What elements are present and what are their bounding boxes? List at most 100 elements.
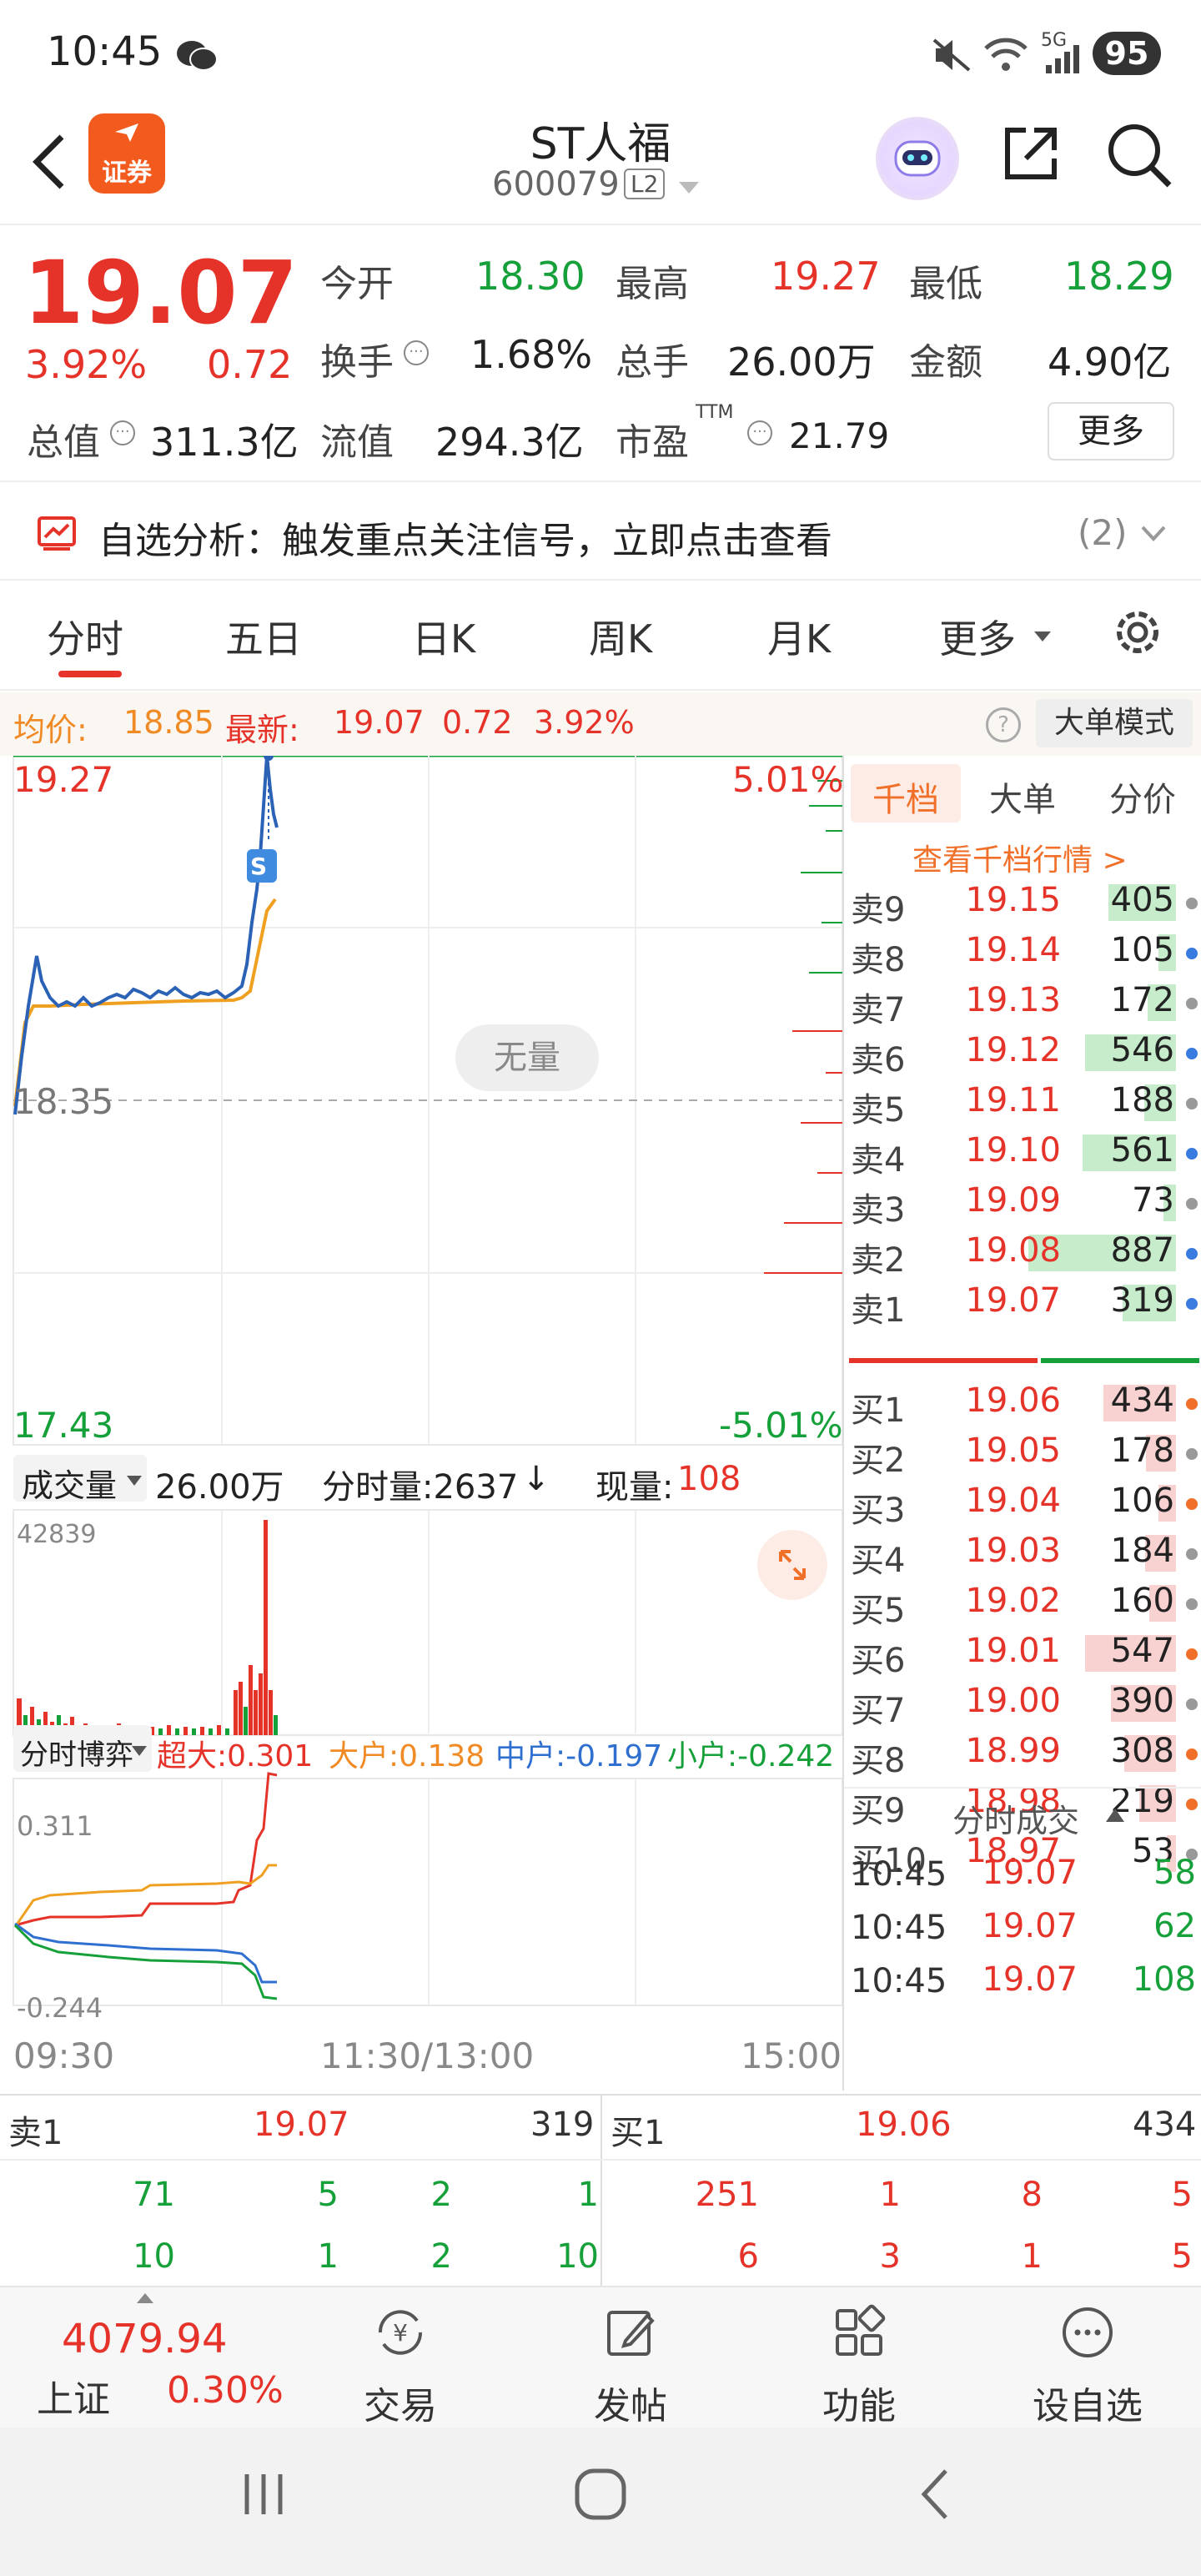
sell-level-row[interactable]: 卖4 19.10 561 xyxy=(844,1128,1201,1180)
buy-queue-cell: 5 xyxy=(1171,2176,1193,2214)
s-marker[interactable]: S xyxy=(250,853,267,880)
grid-icon xyxy=(831,2304,887,2361)
sell-level-volume: 405 xyxy=(1110,881,1174,919)
intraday-chart[interactable]: 19.27 5.01% 18.35 17.43 -5.01% S 无量 成交量 … xyxy=(0,756,843,2090)
buy-level-row[interactable]: 买8 18.99 308 xyxy=(844,1728,1201,1780)
buy-level-price: 18.99 xyxy=(965,1732,1061,1770)
more-button[interactable]: 更多 xyxy=(1048,402,1174,460)
search-icon[interactable] xyxy=(1104,120,1174,190)
buy-level-price: 19.01 xyxy=(965,1632,1061,1670)
axis-top-price: 19.27 xyxy=(13,759,114,800)
nav-post[interactable]: 发帖 xyxy=(547,2287,714,2429)
nav-add-watchlist-label: 设自选 xyxy=(1033,2385,1143,2428)
small-line xyxy=(13,1924,278,2000)
analysis-alert[interactable]: 自选分析：触发重点关注信号，立即点击查看 (2) xyxy=(0,480,1201,581)
info-icon[interactable]: ··· xyxy=(110,420,135,445)
caret-up-icon[interactable] xyxy=(137,2291,153,2303)
index-value[interactable]: 4079.94 xyxy=(62,2316,228,2362)
trades-title[interactable]: 分时成交 xyxy=(952,1795,1079,1841)
table-sell-price: 19.07 xyxy=(254,2106,349,2144)
back-icon[interactable] xyxy=(25,128,75,195)
sell-level-row[interactable]: 卖8 19.14 105 xyxy=(844,928,1201,979)
nav-functions[interactable]: 功能 xyxy=(776,2287,942,2429)
nav-trade-label: 交易 xyxy=(364,2385,437,2428)
tab-five-day[interactable]: 五日 xyxy=(225,609,302,664)
sell-level-row[interactable]: 卖7 19.13 172 xyxy=(844,978,1201,1029)
index-percent[interactable]: 0.30% xyxy=(167,2369,284,2412)
nav-trade[interactable]: ¥ 交易 xyxy=(317,2287,484,2429)
buy-level-price: 19.03 xyxy=(965,1532,1061,1570)
recent-apps-icon[interactable] xyxy=(237,2468,290,2521)
broker-logo[interactable]: 证券 xyxy=(88,113,165,194)
avg-label: 均价: xyxy=(13,712,88,748)
buy-queue-cell: 1 xyxy=(1021,2237,1043,2276)
buy-level-row[interactable]: 买5 19.02 160 xyxy=(844,1578,1201,1630)
trade-volume: 62 xyxy=(1153,1907,1196,1945)
sell-level-price: 19.15 xyxy=(965,881,1061,919)
buy-level-row[interactable]: 买3 19.04 106 xyxy=(844,1478,1201,1530)
last-change: 0.72 xyxy=(442,704,513,741)
edit-icon xyxy=(602,2304,659,2361)
alert-count: (2) xyxy=(1078,512,1128,553)
expand-icon[interactable] xyxy=(757,1530,827,1600)
big-order-mode-button[interactable]: 大单模式 xyxy=(1036,699,1193,747)
info-icon[interactable]: ··· xyxy=(747,420,772,445)
tab-price-dist[interactable]: 分价 xyxy=(1109,772,1176,821)
sell-level-row[interactable]: 卖2 19.08 887 xyxy=(844,1228,1201,1280)
game-axis-top: 0.311 xyxy=(17,1810,93,1842)
game-indicator-label: 分时博弈 xyxy=(20,1738,133,1772)
pe-ttm-sup: TTM xyxy=(696,402,734,423)
buy-level-row[interactable]: 买1 19.06 434 xyxy=(844,1378,1201,1430)
buy-level-row[interactable]: 买2 19.05 178 xyxy=(844,1428,1201,1480)
chevron-down-icon[interactable] xyxy=(1034,631,1051,642)
sell-level-label: 卖7 xyxy=(851,991,906,1029)
chevron-down-icon[interactable] xyxy=(1139,524,1168,544)
tab-weekly-k[interactable]: 周K xyxy=(589,609,652,664)
tab-depth[interactable]: 千档 xyxy=(851,764,961,823)
sell-queue-cell: 10 xyxy=(556,2237,599,2276)
help-icon[interactable]: ? xyxy=(986,707,1021,742)
buy-level-price: 19.00 xyxy=(965,1682,1061,1720)
tab-big-order[interactable]: 大单 xyxy=(989,772,1056,821)
buy-level-row[interactable]: 买4 19.03 184 xyxy=(844,1528,1201,1580)
buy-queue-cell: 251 xyxy=(695,2176,759,2214)
tab-more[interactable]: 更多 xyxy=(939,609,1016,664)
robot-avatar-icon[interactable] xyxy=(876,117,959,200)
sell-queue-cell: 2 xyxy=(430,2237,452,2276)
home-icon[interactable] xyxy=(572,2466,629,2523)
nav-add-watchlist[interactable]: 设自选 xyxy=(1004,2287,1171,2429)
info-icon[interactable]: ··· xyxy=(404,340,429,365)
buy-level-dot xyxy=(1186,1648,1198,1660)
back-nav-icon[interactable] xyxy=(914,2466,956,2523)
pe-value: 21.79 xyxy=(789,415,890,456)
collapse-triangle-icon[interactable] xyxy=(1104,1807,1126,1824)
gear-icon[interactable] xyxy=(1108,602,1168,662)
buy-level-dot xyxy=(1186,1748,1198,1760)
buy-level-row[interactable]: 买6 19.01 547 xyxy=(844,1628,1201,1680)
share-icon[interactable] xyxy=(997,120,1064,187)
sell-level-row[interactable]: 卖1 19.07 319 xyxy=(844,1278,1201,1330)
trades-divider xyxy=(844,1787,1201,1789)
dropdown-triangle-icon[interactable] xyxy=(677,180,701,197)
index-name[interactable]: 上证 xyxy=(37,2369,110,2423)
broker-logo-text: 证券 xyxy=(102,158,152,188)
chart-canvas xyxy=(13,756,842,2006)
tab-daily-k[interactable]: 日K xyxy=(412,609,475,664)
sell-level-row[interactable]: 卖6 19.12 546 xyxy=(844,1028,1201,1079)
tab-intraday[interactable]: 分时 xyxy=(47,609,123,664)
sell-level-row[interactable]: 卖9 19.15 405 xyxy=(844,878,1201,929)
game-indicator-select[interactable]: 分时博弈 xyxy=(13,1725,152,1772)
level-badge[interactable]: L2 xyxy=(624,169,666,199)
buy-level-row[interactable]: 买7 19.00 390 xyxy=(844,1678,1201,1730)
buy-queue-cell: 6 xyxy=(737,2237,759,2276)
depth-link[interactable]: 查看千档行情 > xyxy=(912,836,1128,879)
sell-level-dot xyxy=(1186,1048,1198,1059)
wechat-icon xyxy=(175,38,219,72)
stock-header: 证券 ST人福 600079 L2 xyxy=(0,103,1201,225)
tab-depth-label: 千档 xyxy=(872,781,939,819)
down-arrow-icon: ↓ xyxy=(522,1460,550,1498)
tab-monthly-k[interactable]: 月K xyxy=(767,609,831,664)
sell-level-row[interactable]: 卖5 19.11 188 xyxy=(844,1078,1201,1130)
sell-level-row[interactable]: 卖3 19.09 73 xyxy=(844,1178,1201,1230)
volume-indicator-select[interactable]: 成交量 xyxy=(13,1455,147,1504)
